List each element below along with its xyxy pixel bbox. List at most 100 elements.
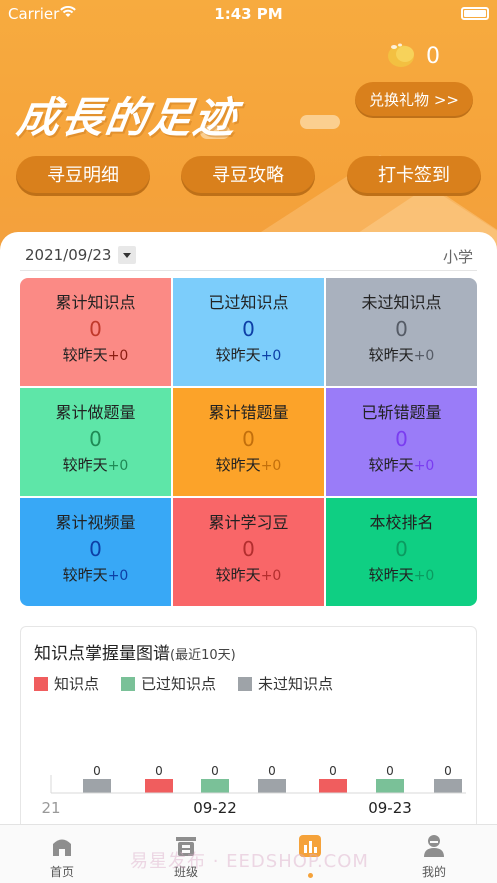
chart-bar (319, 779, 347, 793)
chart-legend: 知识点 已过知识点 未过知识点 (34, 673, 333, 694)
stat-delta-prefix: 较昨天 (215, 346, 261, 364)
stat-value: 0 (89, 537, 102, 561)
stat-cell[interactable]: 累计学习豆 0 较昨天+0 (173, 498, 324, 606)
stat-delta: 较昨天+0 (20, 344, 171, 367)
stat-value: 0 (395, 537, 408, 561)
x-tick-label: 09-23 (368, 799, 412, 817)
stat-value: 0 (242, 537, 255, 561)
stat-delta-value: +0 (107, 458, 129, 474)
stat-title: 累计知识点 (55, 293, 136, 312)
stat-cell[interactable]: 未过知识点 0 较昨天+0 (326, 278, 477, 386)
stat-title: 累计错题量 (208, 403, 289, 422)
stat-cell[interactable]: 累计错题量 0 较昨天+0 (173, 388, 324, 496)
chevron-down-icon[interactable] (118, 246, 136, 264)
stat-delta: 较昨天+0 (173, 564, 324, 587)
stat-title: 累计做题量 (55, 403, 136, 422)
cloud-decoration (300, 115, 340, 129)
legend-swatch (238, 676, 253, 691)
stat-delta-value: +0 (413, 458, 435, 474)
chart-bar (376, 779, 404, 793)
chart-bar (145, 779, 173, 793)
stat-cell[interactable]: 已斩错题量 0 较昨天+0 (326, 388, 477, 496)
stat-delta-prefix: 较昨天 (368, 566, 414, 584)
stat-delta-value: +0 (413, 348, 435, 364)
stat-delta-prefix: 较昨天 (215, 566, 261, 584)
bar-value-label: 0 (444, 764, 452, 778)
check-in-button[interactable]: 打卡签到 (347, 156, 481, 196)
user-icon (424, 835, 444, 857)
mastery-chart: 0 0 0 0 0 0 0 21 09-22 09-23 (41, 764, 466, 817)
chart-bar (434, 779, 462, 793)
chart-bar (201, 779, 229, 793)
legend-label: 知识点 (54, 675, 100, 693)
redeem-gift-button[interactable]: 兑换礼物 >> (355, 82, 473, 118)
stat-delta-prefix: 较昨天 (368, 456, 414, 474)
stat-delta: 较昨天+0 (326, 564, 477, 587)
stat-delta-prefix: 较昨天 (368, 346, 414, 364)
stat-delta-value: +0 (260, 458, 282, 474)
stat-delta-prefix: 较昨天 (215, 456, 261, 474)
chart-bar (258, 779, 286, 793)
stat-delta-prefix: 较昨天 (62, 456, 108, 474)
stat-cell[interactable]: 已过知识点 0 较昨天+0 (173, 278, 324, 386)
legend-swatch (121, 676, 136, 691)
stat-value: 0 (89, 317, 102, 341)
stat-title: 已斩错题量 (361, 403, 442, 422)
legend-label: 已过知识点 (141, 675, 217, 693)
stat-cell[interactable]: 累计视频量 0 较昨天+0 (20, 498, 171, 606)
stats-grid: 累计知识点 0 较昨天+0 已过知识点 0 较昨天+0 未过知识点 0 较昨天+0 累计做题量 0 较… (20, 278, 477, 606)
bar-value-label: 0 (155, 764, 163, 778)
battery-icon (461, 7, 489, 20)
stat-value: 0 (395, 317, 408, 341)
brand-title: 成長的足迹 (14, 93, 242, 142)
stat-delta-prefix: 较昨天 (62, 346, 108, 364)
stat-delta: 较昨天+0 (326, 454, 477, 477)
stat-delta-value: +0 (107, 568, 129, 584)
stat-cell[interactable]: 累计做题量 0 较昨天+0 (20, 388, 171, 496)
stat-delta-value: +0 (260, 348, 282, 364)
bar-value-label: 0 (93, 764, 101, 778)
grade-level[interactable]: 小学 (443, 246, 473, 267)
legend-label: 未过知识点 (258, 675, 334, 693)
tab-bar: 首页 班级 我的 易星发布 · EEDSHOP.COM (0, 824, 497, 883)
stat-title: 已过知识点 (208, 293, 289, 312)
stat-cell[interactable]: 累计知识点 0 较昨天+0 (20, 278, 171, 386)
stats-card: 2021/09/23 小学 累计知识点 0 较昨天+0 已过知识点 0 较昨天+0 未过知识… (0, 232, 497, 883)
panel-subtitle: (最近10天) (170, 648, 236, 663)
bean-details-button[interactable]: 寻豆明细 (16, 156, 150, 196)
x-tick-label: 09-22 (193, 799, 237, 817)
tab-mine[interactable]: 我的 (394, 833, 474, 880)
stat-value: 0 (395, 427, 408, 451)
bean-guide-button[interactable]: 寻豆攻略 (181, 156, 315, 196)
stat-delta: 较昨天+0 (173, 344, 324, 367)
date-selector[interactable]: 2021/09/23 (25, 246, 111, 264)
tab-mine-label: 我的 (421, 865, 446, 879)
status-bar: Carrier 1:43 PM (0, 0, 497, 28)
x-tick-label: 21 (41, 799, 60, 817)
stat-value: 0 (242, 317, 255, 341)
stat-delta: 较昨天+0 (20, 564, 171, 587)
bar-value-label: 0 (268, 764, 276, 778)
stat-value: 0 (242, 427, 255, 451)
tab-home[interactable]: 首页 (22, 833, 102, 880)
stat-delta: 较昨天+0 (326, 344, 477, 367)
watermark: 易星发布 · EEDSHOP.COM (130, 851, 369, 872)
clock: 1:43 PM (214, 5, 283, 23)
stat-title: 本校排名 (369, 513, 434, 532)
legend-swatch (34, 676, 48, 691)
bean-count: 0 (426, 44, 440, 69)
stat-delta: 较昨天+0 (20, 454, 171, 477)
tab-home-label: 首页 (49, 865, 74, 879)
stat-delta-value: +0 (413, 568, 435, 584)
legend-item: 未过知识点 (238, 673, 333, 694)
panel-title-text: 知识点掌握量图谱 (34, 644, 170, 664)
stat-title: 累计视频量 (55, 513, 136, 532)
stat-value: 0 (89, 427, 102, 451)
legend-item: 知识点 (34, 673, 99, 694)
header: Carrier 1:43 PM 0 成長的足迹 兑换礼物 >> 寻豆明细 寻豆攻… (0, 0, 497, 270)
bar-value-label: 0 (211, 764, 219, 778)
bar-value-label: 0 (386, 764, 394, 778)
stat-cell[interactable]: 本校排名 0 较昨天+0 (326, 498, 477, 606)
divider (20, 270, 477, 271)
active-tab-indicator (308, 873, 313, 878)
